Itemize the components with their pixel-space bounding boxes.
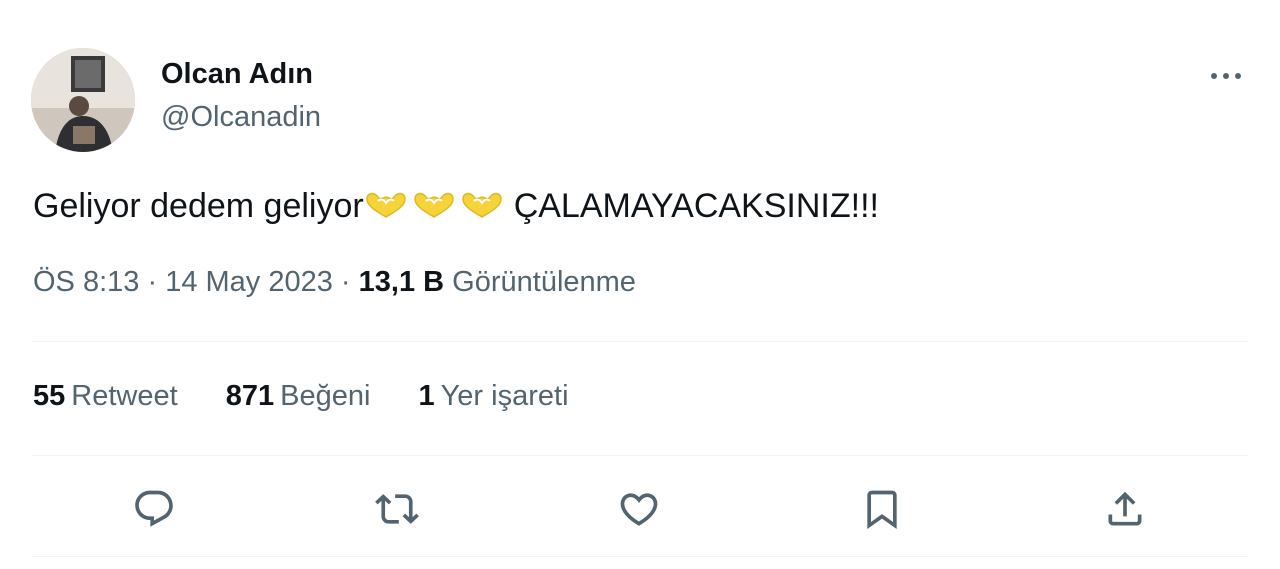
views-count: 13,1 B — [358, 266, 445, 298]
avatar[interactable] — [31, 48, 135, 152]
heart-hands-emoji — [365, 192, 406, 218]
bookmark-label: Yer işareti — [440, 380, 569, 412]
more-options-icon[interactable] — [1208, 64, 1244, 88]
tweet-meta: ÖS 8:13 · 14 May 2023 · 13,1 B Görüntüle… — [33, 266, 636, 299]
reply-button[interactable] — [128, 483, 180, 535]
tweet-time[interactable]: ÖS 8:13 — [33, 266, 139, 298]
views-label: Görüntülenme — [452, 266, 636, 298]
action-bar — [0, 483, 1280, 535]
like-stat[interactable]: 871 Beğeni — [226, 380, 371, 413]
share-button[interactable] — [1099, 483, 1151, 535]
emoji-group — [364, 191, 504, 219]
tweet-text-part2: ÇALAMAYACAKSINIZ!!! — [513, 187, 879, 225]
like-icon — [620, 493, 658, 526]
display-name[interactable]: Olcan Adın — [161, 58, 313, 91]
heart-hands-emoji — [413, 192, 454, 218]
share-icon — [1108, 491, 1142, 526]
tweet-text: Geliyor dedem geliyor ÇALAMAYACAKSINIZ!!… — [33, 187, 879, 226]
meta-separator: · — [139, 266, 166, 298]
bookmark-button[interactable] — [856, 483, 908, 535]
meta-separator: · — [332, 266, 359, 298]
divider — [32, 341, 1248, 342]
tweet-date[interactable]: 14 May 2023 — [165, 266, 333, 298]
tweet-text-part1: Geliyor dedem geliyor — [33, 187, 364, 225]
heart-hands-emoji — [461, 192, 502, 218]
retweet-icon — [375, 494, 419, 524]
reply-icon — [135, 490, 173, 527]
like-count: 871 — [225, 380, 275, 412]
bookmark-icon — [867, 490, 897, 530]
user-handle[interactable]: @Olcanadin — [161, 101, 321, 134]
retweet-count: 55 — [33, 380, 66, 412]
like-button[interactable] — [613, 483, 665, 535]
retweet-button[interactable] — [371, 483, 423, 535]
divider — [32, 556, 1248, 557]
retweet-stat[interactable]: 55 Retweet — [33, 380, 178, 413]
tweet-stats: 55 Retweet 871 Beğeni 1 Yer işareti — [33, 380, 609, 413]
divider — [32, 455, 1248, 456]
retweet-label: Retweet — [71, 380, 178, 412]
bookmark-stat[interactable]: 1 Yer işareti — [418, 380, 568, 413]
profile-photo — [31, 48, 135, 152]
like-label: Beğeni — [280, 380, 371, 412]
bookmark-count: 1 — [418, 380, 435, 412]
